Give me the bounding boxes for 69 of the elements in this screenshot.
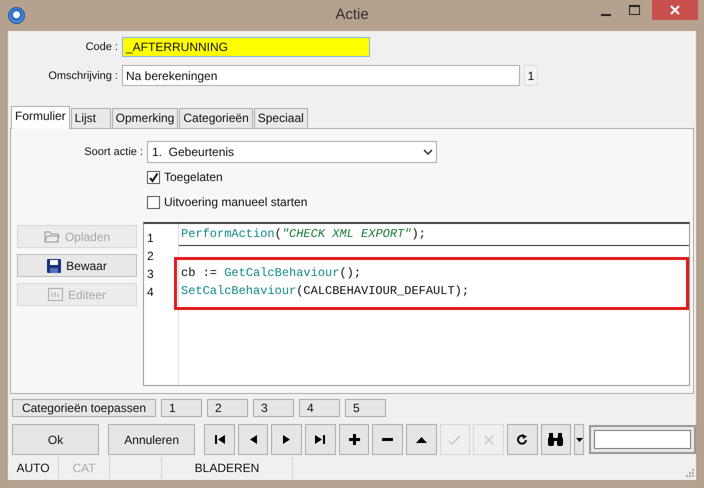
- dropdown-button[interactable]: [574, 424, 584, 455]
- refresh-button[interactable]: [506, 424, 538, 455]
- code-line: SetCalcBehaviour(CALCBEHAVIOUR_DEFAULT);: [181, 284, 470, 298]
- last-record-button[interactable]: [305, 424, 336, 455]
- tab[interactable]: Lijst: [70, 108, 111, 128]
- up-triangle-button[interactable]: [406, 424, 437, 455]
- plus-button[interactable]: [338, 424, 370, 455]
- next-icon: [283, 435, 290, 444]
- field-label: Omschrijving :: [47, 70, 119, 82]
- last-record-icon: [315, 435, 326, 444]
- code-line: cb := GetCalcBehaviour();: [181, 266, 362, 280]
- line-number: 3: [146, 266, 155, 282]
- line-number: 1: [146, 230, 155, 246]
- folder-icon: [44, 230, 60, 243]
- line-number: 2: [146, 248, 155, 264]
- line-number: 4: [146, 284, 155, 300]
- action-type-dropdown[interactable]: 1. Gebeurtenis: [147, 141, 437, 163]
- code-editor[interactable]: 1 2 3 4 PerformAction("CHECK XML EXPORT"); cb := GetCalcBehaviour(); SetCalcBehaviour(CALCBEHAVIOUR_DEFAULT);: [143, 222, 690, 386]
- checkbox-label: Toegelaten: [164, 170, 223, 184]
- status-cell: CAT: [59, 457, 110, 479]
- category-slot-button[interactable]: 2: [207, 399, 248, 417]
- first-record-button[interactable]: [204, 424, 235, 455]
- chevron-icon: [423, 148, 433, 156]
- checkbox[interactable]: [147, 170, 160, 184]
- check-icon: [448, 434, 462, 444]
- previous-icon: [250, 435, 257, 444]
- caret-icon: [576, 438, 583, 442]
- category-slot-button[interactable]: 1: [161, 399, 202, 417]
- checkbox[interactable]: [147, 196, 160, 208]
- status-cell: BLADEREN: [162, 457, 293, 479]
- next-button[interactable]: [271, 424, 302, 455]
- tab[interactable]: Formulier: [11, 106, 70, 129]
- close-button[interactable]: [652, 0, 698, 20]
- cancel-button[interactable]: Annuleren: [108, 424, 196, 455]
- ok-button[interactable]: Ok: [12, 424, 100, 455]
- category-slot-button[interactable]: 3: [253, 399, 294, 417]
- tab[interactable]: Speciaal: [254, 108, 308, 128]
- binoculars-button[interactable]: [540, 424, 572, 455]
- app-icon: [8, 7, 25, 24]
- field-label: Code :: [84, 41, 119, 53]
- save-button[interactable]: Bewaar: [17, 254, 137, 277]
- binoculars-icon: [547, 433, 564, 446]
- refresh-icon: [516, 434, 528, 445]
- up-triangle-icon: [416, 436, 427, 442]
- window-title: Actie: [334, 6, 370, 23]
- description-field[interactable]: Na berekeningen: [122, 65, 520, 86]
- apply-categories-button[interactable]: Categorieën toepassen: [12, 399, 156, 417]
- maximize-icon: [628, 5, 640, 15]
- document-icon: [48, 288, 63, 301]
- tab[interactable]: Categorieën: [179, 108, 253, 128]
- category-slot-button[interactable]: 5: [345, 399, 386, 417]
- cross-icon: [484, 434, 494, 444]
- counter-box: 1: [524, 65, 538, 86]
- tab[interactable]: Opmerking: [112, 108, 178, 128]
- plus-icon: [348, 434, 360, 445]
- resize-grip-icon: [686, 469, 694, 477]
- previous-button[interactable]: [238, 424, 268, 455]
- minus-button[interactable]: [372, 424, 404, 455]
- minimize-icon: [601, 14, 611, 16]
- code-line: PerformAction("CHECK XML EXPORT");: [181, 227, 426, 241]
- category-slot-button[interactable]: 4: [299, 399, 340, 417]
- code-field[interactable]: _AFTERRUNNING: [122, 37, 370, 57]
- status-cell: AUTO: [8, 457, 59, 479]
- first-record-icon: [214, 435, 224, 444]
- checkbox-label: Uitvoering manueel starten: [164, 195, 308, 209]
- search-field[interactable]: [589, 425, 696, 454]
- field-label: Soort actie :: [83, 146, 144, 158]
- minus-icon: [382, 438, 394, 441]
- close-icon: [670, 5, 680, 15]
